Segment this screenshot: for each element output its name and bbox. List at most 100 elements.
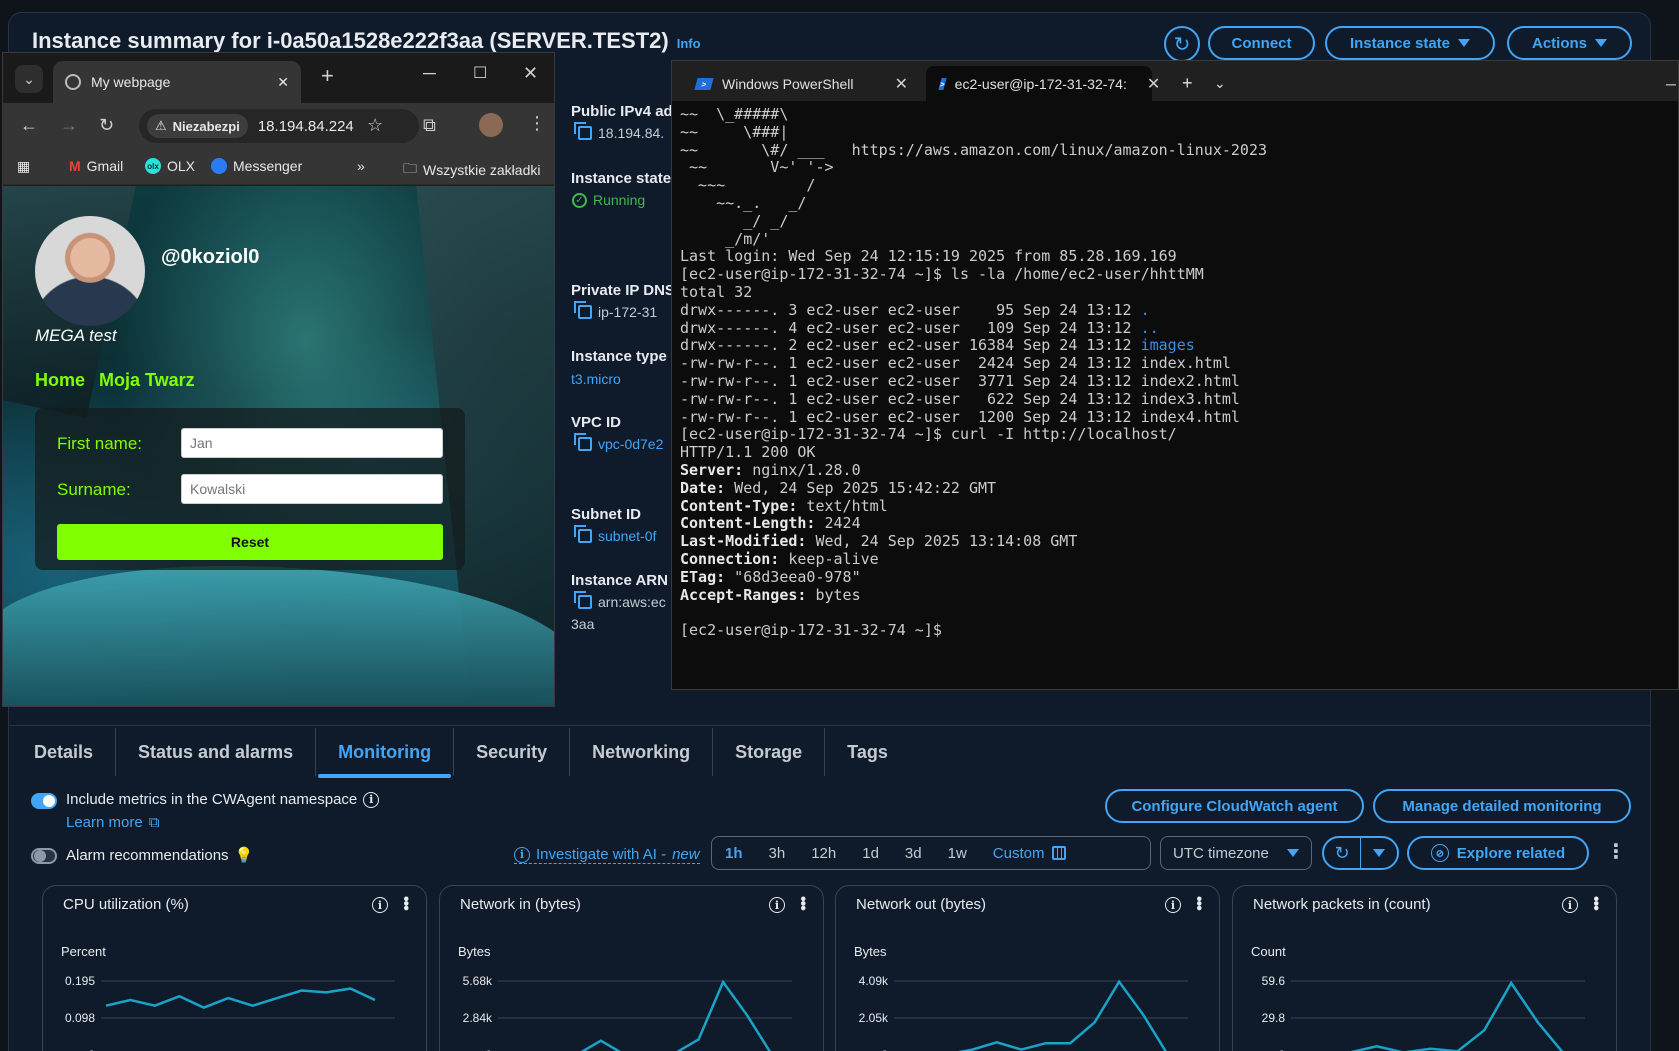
more-options-icon[interactable]: ••• xyxy=(1586,896,1604,910)
forward-icon[interactable]: → xyxy=(60,115,78,136)
vpc-id-link[interactable]: vpc-0d7e2 xyxy=(574,433,663,452)
refresh-icon: ↻ xyxy=(1173,33,1191,56)
instance-type-link[interactable]: t3.micro xyxy=(571,371,621,387)
info-link[interactable]: Info xyxy=(677,36,701,51)
close-icon[interactable]: ✕ xyxy=(895,74,908,94)
explore-related-button[interactable]: ⊘ Explore related xyxy=(1407,836,1589,870)
metric-card: Network in (bytes)i•••Bytes5.68k2.84k0 xyxy=(439,885,824,1051)
learn-more-link[interactable]: Learn more ⧉ xyxy=(66,814,159,831)
star-icon[interactable]: ☆ xyxy=(367,115,383,136)
more-options-icon[interactable]: ••• xyxy=(396,896,414,910)
info-icon[interactable]: i xyxy=(372,897,388,913)
actions-button[interactable]: Actions xyxy=(1507,26,1632,60)
close-icon[interactable]: ✕ xyxy=(277,74,289,91)
tab-status-and-alarms[interactable]: Status and alarms xyxy=(116,728,317,776)
copy-icon[interactable] xyxy=(574,525,592,543)
terminal-line: [ec2-user@ip-172-31-32-74 ~]$ ls -la /ho… xyxy=(680,265,1204,284)
terminal-line: HTTP/1.1 200 OK xyxy=(680,443,816,462)
terminal-line: -rw-rw-r--. 1 ec2-user ec2-user 2424 Sep… xyxy=(680,354,1231,373)
range-3d[interactable]: 3d xyxy=(892,845,935,862)
new-tab-icon[interactable]: + xyxy=(321,63,334,89)
copy-icon[interactable] xyxy=(574,433,592,451)
terminal-line: [ec2-user@ip-172-31-32-74 ~]$ curl -I ht… xyxy=(680,425,1177,444)
more-options-icon[interactable]: ••• xyxy=(1189,896,1207,910)
tab-networking[interactable]: Networking xyxy=(570,728,714,776)
minimize-icon[interactable]: ─ xyxy=(1652,66,1679,101)
more-bookmarks-icon[interactable]: » xyxy=(357,158,365,174)
copy-icon[interactable] xyxy=(574,122,592,140)
profile-avatar[interactable] xyxy=(479,113,503,137)
not-secure-badge[interactable]: ⚠ Niezabezpi xyxy=(147,114,248,138)
range-1w[interactable]: 1w xyxy=(935,845,980,862)
series-line xyxy=(580,979,771,1051)
terminal-tab-ssh[interactable]: > ec2-user@ip-172-31-32-74: ✕ xyxy=(926,66,1160,101)
reload-icon[interactable]: ↻ xyxy=(99,115,114,136)
divider xyxy=(8,725,1651,726)
bookmarks-bar: ▦ M Gmail olx OLX Messenger » 🗀 Wszystkie z… xyxy=(3,149,554,185)
bookmark-messenger[interactable]: Messenger xyxy=(211,158,302,174)
private-ip-dns-value[interactable]: ip-172-31 xyxy=(574,301,657,320)
alarm-recommendations-toggle[interactable] xyxy=(31,848,57,864)
range-1d[interactable]: 1d xyxy=(849,845,892,862)
check-circle-icon: ✓ xyxy=(572,192,587,208)
info-icon[interactable]: i xyxy=(769,897,785,913)
minimize-icon[interactable]: ─ xyxy=(423,63,436,84)
range-12h[interactable]: 12h xyxy=(798,845,849,862)
cwagent-metrics-toggle[interactable] xyxy=(31,793,57,809)
tab-monitoring[interactable]: Monitoring xyxy=(316,728,455,778)
apps-icon[interactable]: ▦ xyxy=(17,158,30,175)
investigate-ai-link[interactable]: i Investigate with AI - new xyxy=(514,846,700,864)
terminal-tab-powershell[interactable]: > Windows PowerShell ✕ xyxy=(682,66,922,101)
copy-icon[interactable] xyxy=(574,301,592,319)
range-3h[interactable]: 3h xyxy=(756,845,799,862)
back-icon[interactable]: ← xyxy=(20,115,38,136)
refresh-button[interactable]: ↻ xyxy=(1164,26,1200,62)
series-line xyxy=(957,979,1168,1051)
tab-tags[interactable]: Tags xyxy=(825,728,910,776)
browser-tab[interactable]: My webpage ✕ xyxy=(53,61,301,103)
chevron-down-icon[interactable]: ⌄ xyxy=(1200,66,1240,101)
refresh-icon[interactable]: ↻ xyxy=(1324,838,1361,868)
extensions-icon[interactable]: ⧉ xyxy=(423,115,436,136)
info-icon[interactable]: i xyxy=(363,791,380,808)
caret-down-icon[interactable] xyxy=(1361,838,1397,868)
close-icon[interactable]: ✕ xyxy=(1147,74,1160,94)
first-name-label: First name: xyxy=(57,434,143,453)
more-options-icon[interactable]: ••• xyxy=(793,896,811,910)
instance-arn-value[interactable]: arn:aws:ec xyxy=(574,591,666,610)
reset-button[interactable]: Reset xyxy=(57,524,443,560)
copy-icon[interactable] xyxy=(574,591,592,609)
info-icon[interactable]: i xyxy=(1165,897,1181,913)
subnet-id-label: Subnet ID xyxy=(571,506,641,523)
first-name-input[interactable]: Jan xyxy=(181,428,443,458)
menu-icon[interactable]: ⋮ xyxy=(528,113,546,134)
range-1h[interactable]: 1h xyxy=(712,845,756,862)
tab-security[interactable]: Security xyxy=(454,728,571,776)
bookmark-gmail[interactable]: M Gmail xyxy=(69,158,123,174)
nav-moja-twarz-link[interactable]: Moja Twarz xyxy=(99,370,195,391)
tab-search-icon[interactable]: ⌄ xyxy=(15,65,43,93)
surname-input[interactable]: Kowalski xyxy=(181,474,443,504)
y-tick-label: 59.6 xyxy=(1262,974,1286,988)
subnet-id-link[interactable]: subnet-0f xyxy=(574,525,656,544)
maximize-icon[interactable]: ☐ xyxy=(473,63,487,83)
tab-details[interactable]: Details xyxy=(12,728,117,776)
instance-state-button[interactable]: Instance state xyxy=(1325,26,1495,60)
connect-button[interactable]: Connect xyxy=(1208,26,1315,60)
more-options-icon[interactable]: ⋮ xyxy=(1606,842,1626,862)
all-bookmarks[interactable]: 🗀 Wszystkie zakładki xyxy=(403,158,540,182)
tab-storage[interactable]: Storage xyxy=(713,728,826,776)
manage-detailed-monitoring-button[interactable]: Manage detailed monitoring xyxy=(1373,789,1631,823)
close-window-icon[interactable]: ✕ xyxy=(523,63,538,84)
configure-cloudwatch-agent-button[interactable]: Configure CloudWatch agent xyxy=(1105,789,1364,823)
alarm-recommendations-label: Alarm recommendations 💡 xyxy=(66,846,254,865)
info-icon[interactable]: i xyxy=(1562,897,1578,913)
y-tick-label: 0.195 xyxy=(65,974,95,988)
bookmark-olx[interactable]: olx OLX xyxy=(145,158,195,174)
nav-home-link[interactable]: Home xyxy=(35,370,85,391)
range-custom[interactable]: Custom xyxy=(980,845,1080,862)
terminal-output[interactable]: ~~ \_#####\ ~~ \###| ~~ \#/ ___ https://aw… xyxy=(680,105,1267,639)
timezone-select[interactable]: UTC timezone xyxy=(1160,836,1312,870)
public-ipv4-value[interactable]: 18.194.84. xyxy=(574,122,664,141)
